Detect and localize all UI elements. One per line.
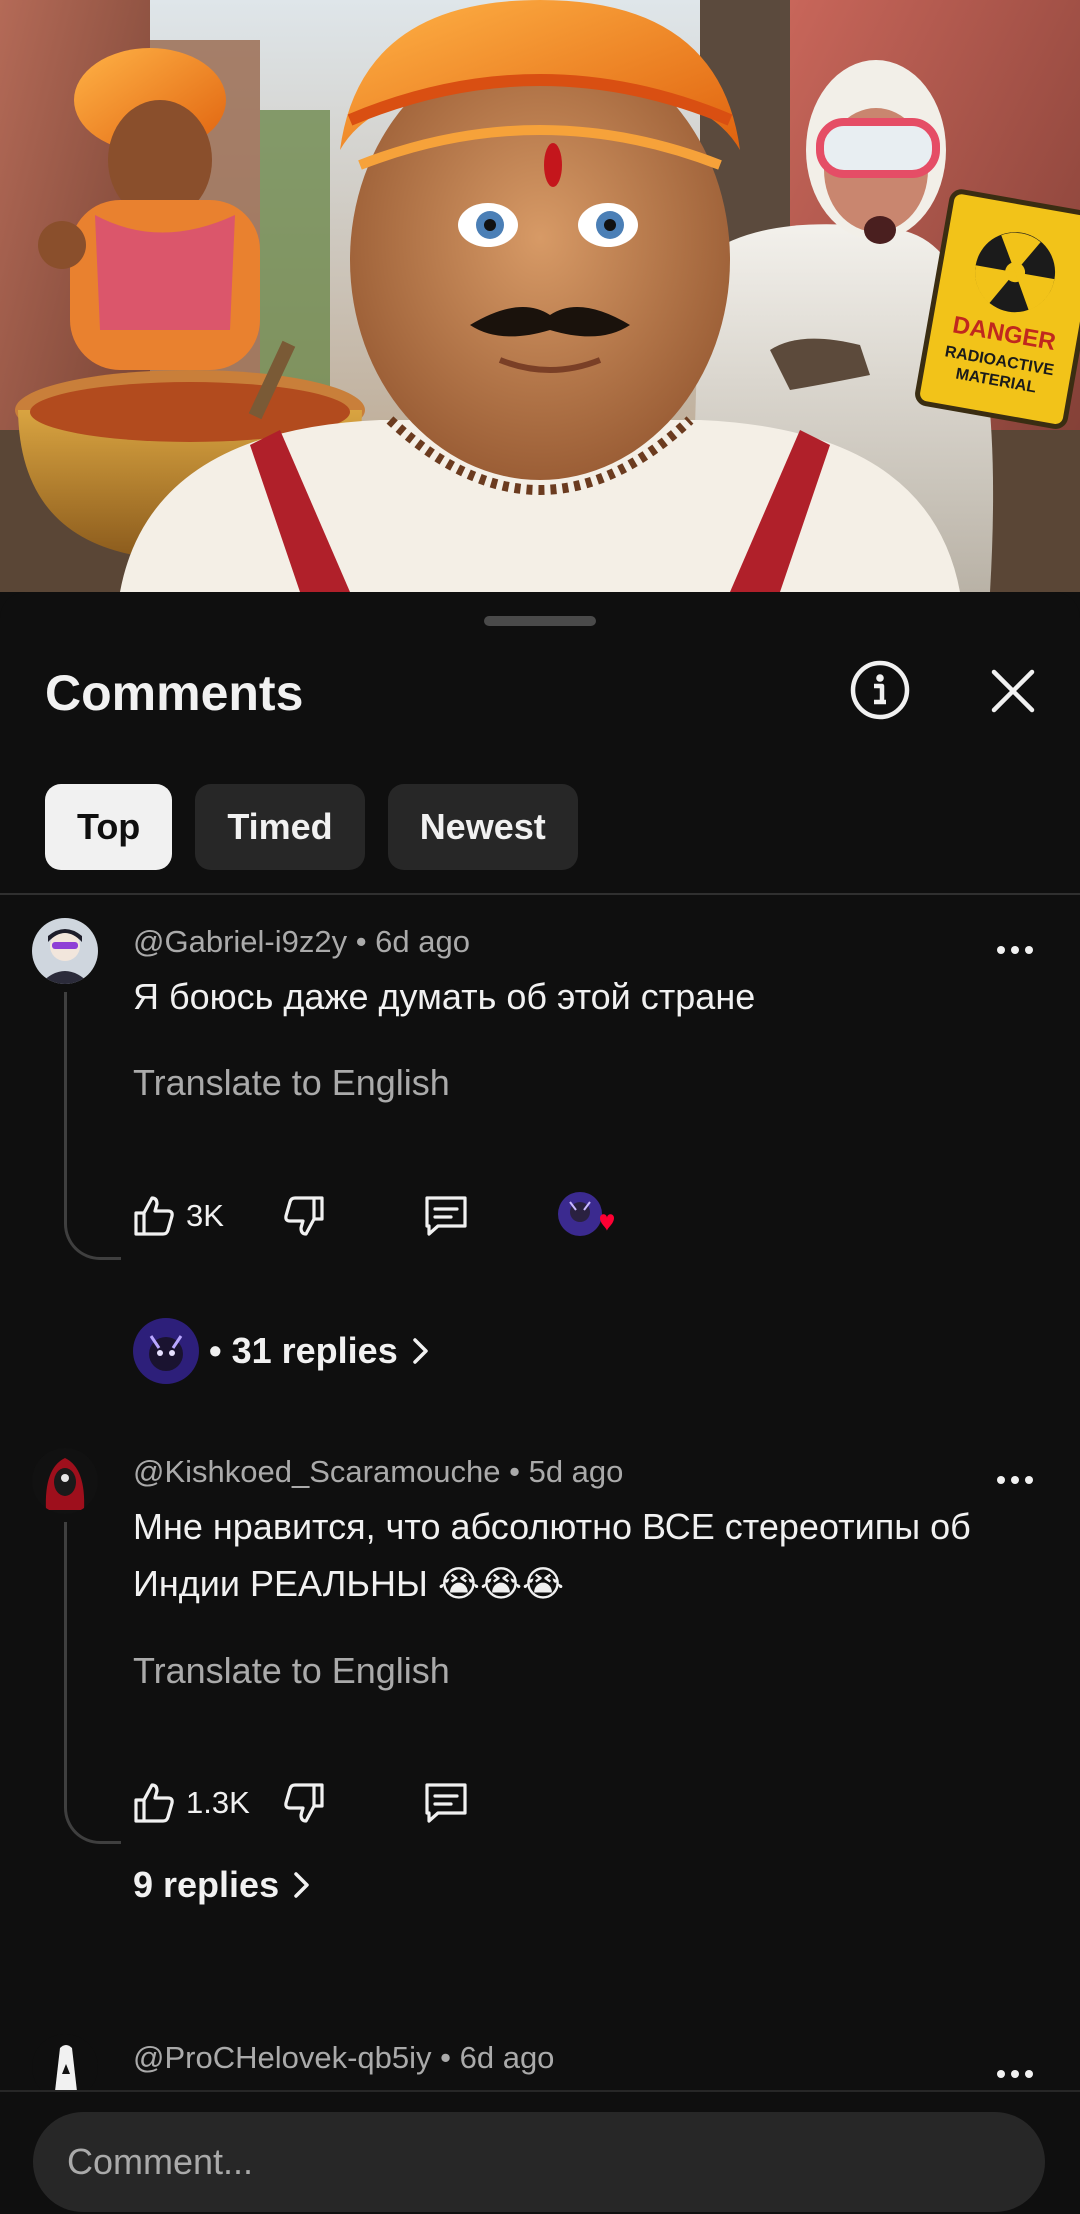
dislike-button[interactable] <box>280 1773 328 1833</box>
translate-link[interactable]: Translate to English <box>133 1650 450 1692</box>
like-button[interactable]: 3K <box>130 1186 224 1246</box>
reply-avatar <box>133 1318 199 1384</box>
chevron-right-icon <box>412 1338 428 1364</box>
more-options-button[interactable] <box>992 1470 1038 1490</box>
dislike-button[interactable] <box>280 1186 328 1246</box>
reply-comment-icon <box>425 1196 467 1236</box>
comment-meta[interactable]: @Kishkoed_Scaramouche • 5d ago <box>133 1454 623 1490</box>
comments-title: Comments <box>45 665 304 721</box>
thumbnail-illustration: DANGER RADIOACTIVE MATERIAL <box>0 0 1080 592</box>
user-avatar-image <box>32 2034 98 2090</box>
info-circle-icon <box>850 660 910 720</box>
like-count: 3K <box>186 1198 224 1233</box>
more-vertical-dots-icon <box>997 946 1033 954</box>
comment-actions: 1.3K <box>130 1773 530 1833</box>
creator-heart-badge <box>556 1186 616 1246</box>
thumbs-up-icon <box>134 1783 174 1823</box>
comment-actions: 3K <box>130 1186 650 1246</box>
translate-link[interactable]: Translate to English <box>133 1062 450 1104</box>
drag-handle[interactable] <box>484 616 596 626</box>
comment-composer <box>0 2090 1080 2214</box>
divider <box>0 893 1080 895</box>
comment-item: @Gabriel-i9z2y • 6d ago Я боюсь даже дум… <box>0 912 1080 1392</box>
comment-meta[interactable]: @Gabriel-i9z2y • 6d ago <box>133 924 470 960</box>
more-options-button[interactable] <box>992 2064 1038 2084</box>
more-vertical-dots-icon <box>997 2070 1033 2078</box>
comment-text: Мне нравится, что абсолютно ВСЕ стереоти… <box>133 1506 971 1604</box>
info-button[interactable] <box>848 658 912 722</box>
close-button[interactable] <box>984 662 1042 720</box>
avatar[interactable] <box>32 1448 98 1514</box>
creator-avatar-image <box>133 1318 199 1384</box>
comment-item: @Kishkoed_Scaramouche • 5d ago Мне нрави… <box>0 1442 1080 1972</box>
tab-top[interactable]: Top <box>45 784 173 870</box>
user-avatar-image <box>32 1448 98 1514</box>
comment-input[interactable] <box>33 2112 1045 2212</box>
reply-button[interactable] <box>420 1186 472 1246</box>
close-x-icon <box>991 669 1035 713</box>
like-count: 1.3K <box>186 1785 250 1820</box>
creator-heart-icon <box>558 1192 614 1236</box>
comment-item: @ProCHelovek-qb5iy • 6d ago <box>0 2028 1080 2090</box>
more-vertical-dots-icon <box>997 1476 1033 1484</box>
like-button[interactable]: 1.3K <box>130 1773 250 1833</box>
tab-timed[interactable]: Timed <box>195 784 365 870</box>
reply-button[interactable] <box>420 1773 472 1833</box>
comment-text: Я боюсь даже думать об этой стране <box>133 976 756 1017</box>
tab-newest[interactable]: Newest <box>387 784 578 870</box>
thread-line <box>64 992 121 1260</box>
replies-count: 9 replies <box>133 1864 280 1905</box>
thumbs-down-icon <box>284 1783 324 1823</box>
sort-tabs: Top Timed Newest <box>45 784 578 870</box>
avatar[interactable] <box>32 2034 98 2090</box>
thumbs-down-icon <box>284 1196 324 1236</box>
avatar[interactable] <box>32 918 98 984</box>
comment-meta[interactable]: @ProCHelovek-qb5iy • 6d ago <box>133 2040 554 2076</box>
reply-comment-icon <box>425 1783 467 1823</box>
video-player-thumbnail[interactable]: DANGER RADIOACTIVE MATERIAL <box>0 0 1080 592</box>
replies-button[interactable]: • 31 replies <box>133 1318 432 1384</box>
more-options-button[interactable] <box>992 940 1038 960</box>
replies-button[interactable]: 9 replies <box>133 1852 313 1918</box>
thread-line <box>64 1522 121 1844</box>
thumbs-up-icon <box>134 1196 174 1236</box>
chevron-right-icon <box>294 1872 309 1898</box>
replies-count: • 31 replies <box>209 1330 398 1371</box>
user-avatar-image <box>32 918 98 984</box>
